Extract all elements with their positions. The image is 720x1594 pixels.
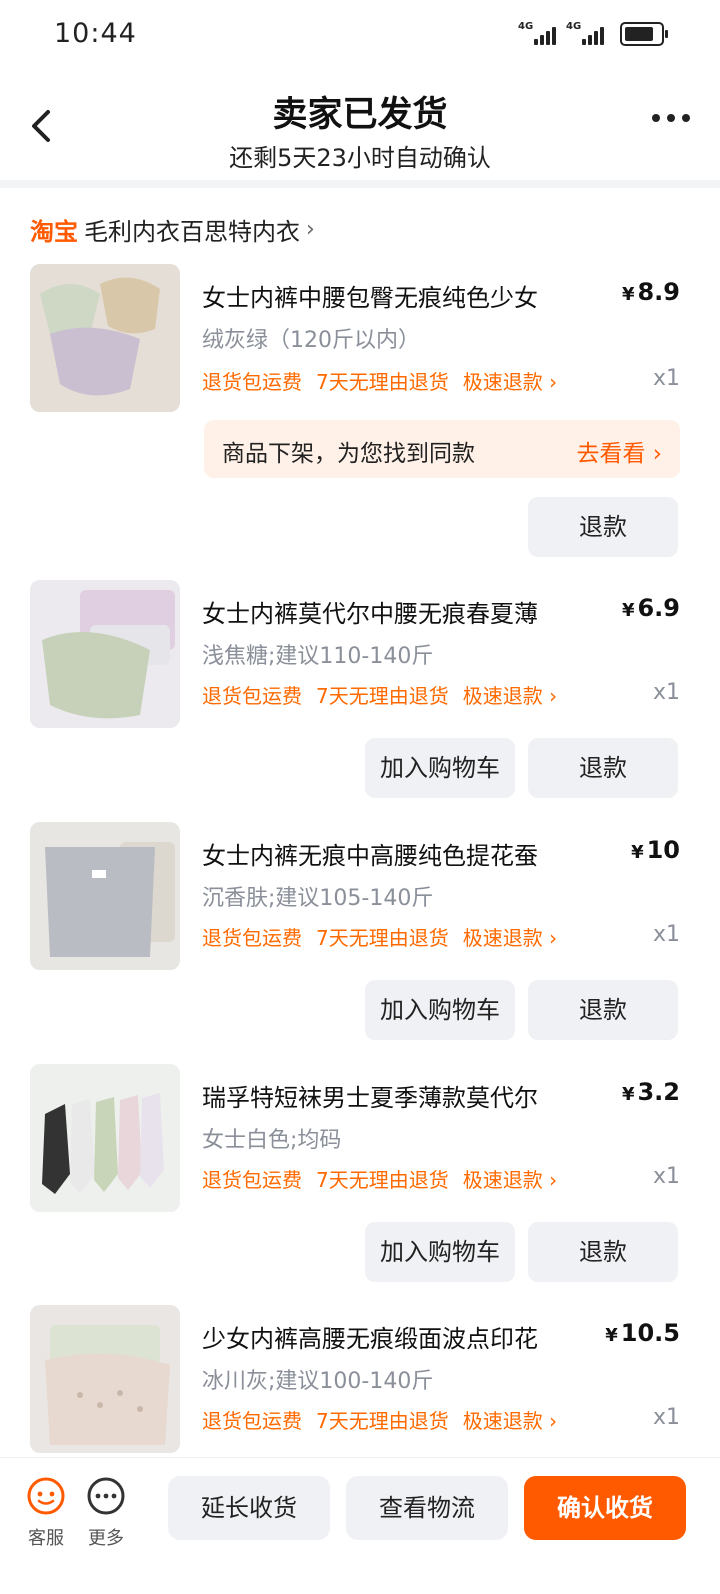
page-title: 卖家已发货	[272, 95, 448, 135]
refund-button[interactable]: 退款	[528, 980, 678, 1040]
tag-free-return-shipping: 退货包运费	[202, 1168, 302, 1192]
refund-button[interactable]: 退款	[528, 738, 678, 798]
tag-7day-return: 7天无理由退货	[316, 370, 449, 394]
auto-confirm-countdown: 还剩5天23小时自动确认	[229, 144, 491, 172]
page-header: 卖家已发货 还剩5天23小时自动确认	[0, 70, 720, 180]
product-spec: 浅焦糖;建议110-140斤	[202, 644, 434, 669]
product-qty: x1	[652, 922, 680, 947]
network-type-label: 4G	[518, 21, 534, 32]
product-image[interactable]	[30, 580, 180, 728]
status-time: 10:44	[54, 18, 137, 49]
network-type-label: 4G	[566, 21, 582, 32]
tag-7day-return: 7天无理由退货	[316, 1409, 449, 1433]
service-tags[interactable]: 退货包运费 7天无理由退货 极速退款 ›	[202, 680, 557, 709]
product-title[interactable]: 女士内裤莫代尔中腰无痕春夏薄	[202, 594, 538, 629]
service-tags[interactable]: 退货包运费 7天无理由退货 极速退款 ›	[202, 922, 557, 951]
add-to-cart-button[interactable]: 加入购物车	[365, 738, 515, 798]
more-label: 更多	[88, 1528, 124, 1549]
product-qty: x1	[652, 680, 680, 705]
tag-free-return-shipping: 退货包运费	[202, 684, 302, 708]
product-price: ¥6.9	[621, 594, 680, 622]
product-image[interactable]	[30, 822, 180, 970]
shop-name: 毛利内衣百思特内衣	[84, 218, 300, 246]
tag-fast-refund: 极速退款 ›	[462, 684, 558, 708]
chevron-right-icon: ›	[306, 217, 315, 242]
customer-service-icon	[27, 1477, 65, 1515]
refund-button[interactable]: 退款	[528, 497, 678, 557]
service-tags[interactable]: 退货包运费 7天无理由退货 极速退款 ›	[202, 366, 557, 395]
confirm-receipt-button[interactable]: 确认收货	[524, 1476, 686, 1540]
more-options-icon[interactable]	[652, 114, 690, 122]
service-tags[interactable]: 退货包运费 7天无理由退货 极速退款 ›	[202, 1405, 557, 1434]
product-price: ¥3.2	[621, 1078, 680, 1106]
product-title[interactable]: 瑞孚特短袜男士夏季薄款莫代尔	[202, 1078, 538, 1113]
tag-fast-refund: 极速退款 ›	[462, 1168, 558, 1192]
tag-7day-return: 7天无理由退货	[316, 684, 449, 708]
battery-icon	[620, 22, 668, 46]
product-spec: 女士白色;均码	[202, 1128, 342, 1153]
product-image[interactable]	[30, 264, 180, 412]
tag-7day-return: 7天无理由退货	[316, 926, 449, 950]
more-button[interactable]: 更多	[80, 1476, 132, 1550]
bottom-action-bar: 客服 更多 延长收货 查看物流 确认收货	[0, 1457, 720, 1594]
product-title[interactable]: 少女内裤高腰无痕缎面波点印花	[202, 1319, 538, 1354]
product-spec: 冰川灰;建议100-140斤	[202, 1369, 434, 1394]
product-price: ¥8.9	[621, 278, 680, 306]
refund-button[interactable]: 退款	[528, 1222, 678, 1282]
product-qty: x1	[652, 366, 680, 391]
product-image[interactable]	[30, 1305, 180, 1453]
customer-service-label: 客服	[28, 1528, 64, 1549]
tag-free-return-shipping: 退货包运费	[202, 370, 302, 394]
delisted-notice[interactable]: 商品下架，为您找到同款 去看看 ›	[204, 420, 680, 478]
notice-text: 商品下架，为您找到同款	[222, 441, 475, 467]
status-bar: 10:44 4G 4G	[0, 0, 720, 70]
tag-free-return-shipping: 退货包运费	[202, 926, 302, 950]
service-tags[interactable]: 退货包运费 7天无理由退货 极速退款 ›	[202, 1164, 557, 1193]
extend-receipt-button[interactable]: 延长收货	[168, 1476, 330, 1540]
product-title[interactable]: 女士内裤无痕中高腰纯色提花蚕	[202, 836, 538, 871]
add-to-cart-button[interactable]: 加入购物车	[365, 980, 515, 1040]
tag-fast-refund: 极速退款 ›	[462, 370, 558, 394]
view-logistics-button[interactable]: 查看物流	[346, 1476, 508, 1540]
taobao-logo: 淘宝	[30, 218, 78, 246]
tag-7day-return: 7天无理由退货	[316, 1168, 449, 1192]
product-price: ¥10.5	[605, 1319, 680, 1347]
tag-fast-refund: 极速退款 ›	[462, 1409, 558, 1433]
tag-fast-refund: 极速退款 ›	[462, 926, 558, 950]
product-spec: 沉香肤;建议105-140斤	[202, 886, 434, 911]
divider	[0, 180, 720, 188]
shop-link[interactable]: 淘宝 毛利内衣百思特内衣 ›	[30, 212, 315, 247]
product-spec: 绒灰绿（120斤以内）	[202, 328, 420, 353]
product-image[interactable]	[30, 1064, 180, 1212]
signal-icon: 4G	[518, 21, 556, 45]
product-title[interactable]: 女士内裤中腰包臀无痕纯色少女	[202, 278, 538, 313]
notice-go-link[interactable]: 去看看 ›	[576, 434, 662, 468]
signal-icon: 4G	[566, 21, 604, 45]
add-to-cart-button[interactable]: 加入购物车	[365, 1222, 515, 1282]
customer-service-button[interactable]: 客服	[20, 1476, 72, 1550]
product-price: ¥10	[631, 836, 680, 864]
more-icon	[87, 1477, 125, 1515]
product-qty: x1	[652, 1164, 680, 1189]
product-qty: x1	[652, 1405, 680, 1430]
tag-free-return-shipping: 退货包运费	[202, 1409, 302, 1433]
status-icons: 4G 4G	[518, 21, 668, 46]
